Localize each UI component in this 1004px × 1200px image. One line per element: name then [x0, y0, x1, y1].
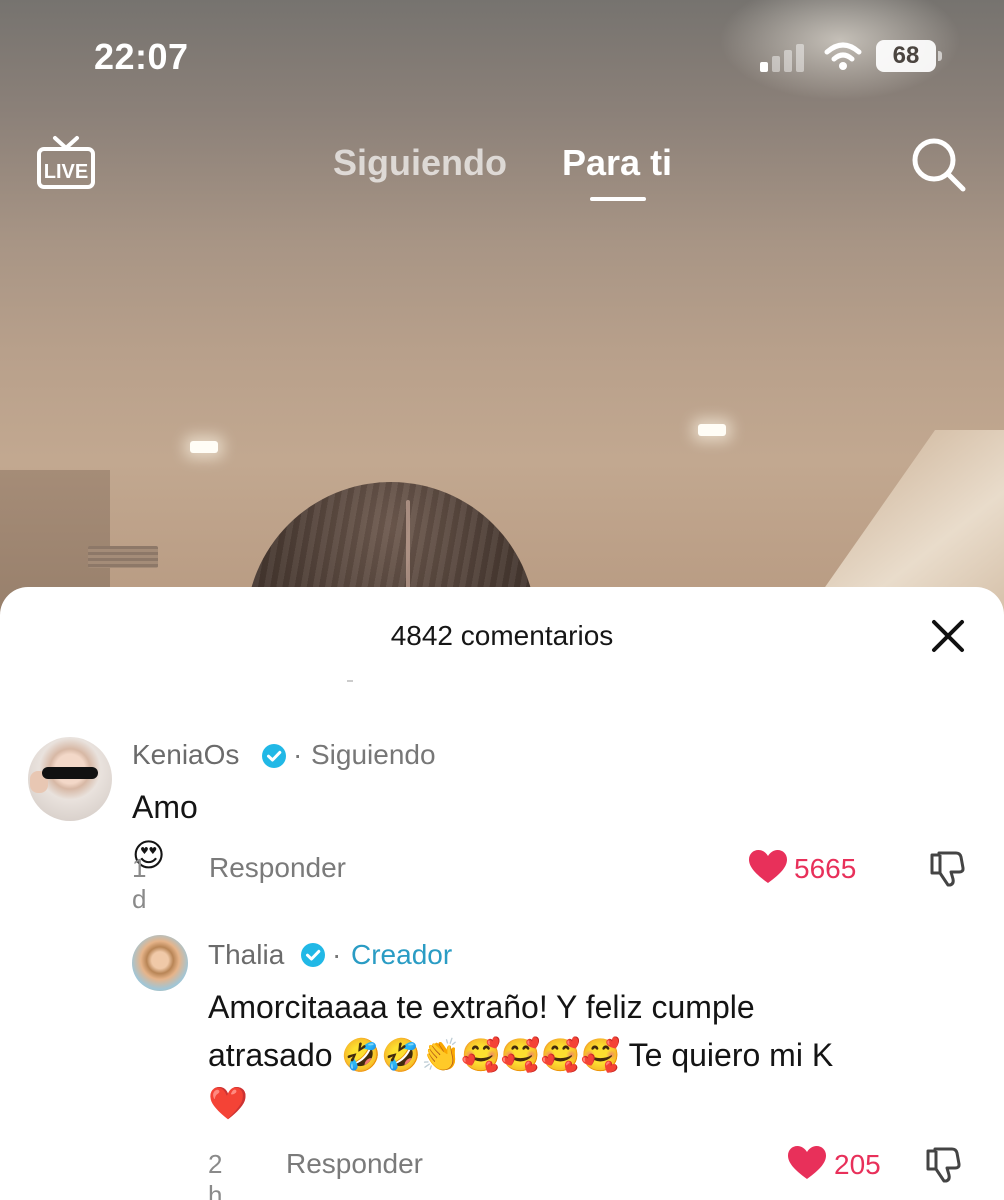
- heart-icon[interactable]: [787, 1145, 827, 1181]
- close-icon[interactable]: [929, 617, 967, 655]
- live-icon[interactable]: LIVE: [36, 134, 96, 192]
- comment-text-body: Amo: [132, 789, 198, 825]
- dislike-icon[interactable]: [922, 1145, 962, 1185]
- comment-username[interactable]: Thalia: [208, 939, 284, 971]
- divider: [347, 680, 353, 682]
- verified-badge-icon: [301, 943, 325, 967]
- ceiling-light: [698, 424, 726, 436]
- following-label: Siguiendo: [311, 739, 436, 770]
- comment-text-segment: Te quiero mi K: [628, 1037, 834, 1073]
- heart-emoji: ❤️: [208, 1084, 248, 1122]
- comment-text-line: Amorcitaaaa te extraño! Y feliz cumple: [208, 989, 755, 1025]
- creator-label: Creador: [351, 939, 453, 970]
- heart-icon[interactable]: [748, 849, 788, 885]
- tab-for-you[interactable]: Para ti: [562, 142, 672, 184]
- ceiling-vent: [88, 546, 158, 568]
- avatar[interactable]: [28, 737, 112, 821]
- comment-text: Amorcitaaaa te extraño! Y feliz cumple a…: [208, 983, 978, 1127]
- separator-dot: ·: [332, 939, 342, 970]
- dislike-icon[interactable]: [926, 849, 966, 889]
- battery-icon: 68: [876, 40, 942, 72]
- like-count: 205: [834, 1149, 881, 1180]
- comment-time: 1 d: [132, 853, 147, 914]
- tab-following[interactable]: Siguiendo: [333, 142, 507, 184]
- active-tab-indicator: [590, 197, 646, 201]
- comment-text-line: atrasado 🤣🤣👏🥰🥰🥰🥰 Te quiero mi K: [208, 1031, 978, 1079]
- comment-time: 2 h: [208, 1149, 223, 1200]
- emoji-group: 🤣🤣👏🥰🥰🥰🥰: [341, 1036, 621, 1074]
- comment-username[interactable]: KeniaOs: [132, 739, 239, 771]
- comment-text-segment: atrasado: [208, 1037, 333, 1073]
- comments-count-title: 4842 comentarios: [390, 620, 614, 651]
- hair-part: [406, 500, 410, 590]
- cellular-signal-icon: [760, 42, 808, 72]
- separator-dot: ·: [293, 739, 303, 770]
- avatar[interactable]: [132, 935, 188, 991]
- like-count: 5665: [794, 853, 857, 884]
- reply-button[interactable]: Responder: [209, 852, 346, 884]
- top-navigation: LIVE Siguiendo Para ti: [0, 120, 1004, 210]
- ceiling-light: [190, 441, 218, 453]
- live-label: LIVE: [44, 161, 88, 183]
- reply-button[interactable]: Responder: [286, 1148, 423, 1180]
- battery-level: 68: [892, 42, 920, 69]
- search-icon[interactable]: [910, 136, 968, 194]
- verified-badge-icon: [262, 744, 286, 768]
- comments-sheet: 4842 comentarios KeniaOs · Siguiendo Amo…: [0, 587, 1004, 1200]
- wifi-icon: [824, 42, 862, 70]
- status-bar: 22:07 68: [0, 0, 1004, 110]
- status-time: 22:07: [94, 36, 189, 77]
